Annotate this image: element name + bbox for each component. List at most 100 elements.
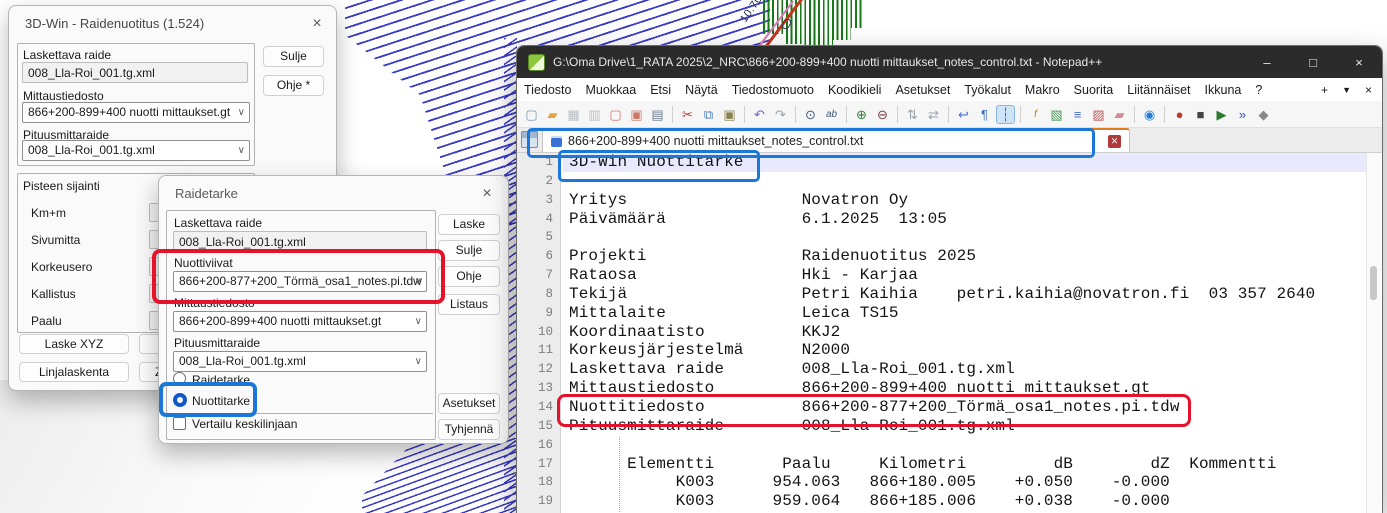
undo-icon[interactable]: ↶ bbox=[750, 105, 769, 124]
monitoring-icon[interactable]: ◉ bbox=[1140, 105, 1159, 124]
close-icon[interactable]: × bbox=[306, 14, 328, 34]
vertailu-checkbox[interactable] bbox=[173, 417, 186, 430]
laske-xyz-button[interactable]: Laske XYZ bbox=[19, 334, 129, 354]
redo-icon[interactable]: ↷ bbox=[771, 105, 790, 124]
sulje-button[interactable]: Sulje bbox=[263, 46, 324, 67]
nuottiviivat-label: Nuottiviivat bbox=[174, 256, 233, 270]
zoom-in-icon[interactable]: ⊕ bbox=[852, 105, 871, 124]
find-icon[interactable]: ⊙ bbox=[801, 105, 820, 124]
vertical-scrollbar[interactable] bbox=[1366, 153, 1381, 513]
pisteen-sijainti-label: Pisteen sijainti bbox=[23, 179, 100, 193]
editor-text-area[interactable]: 3D-Win NuottitarkeYritys Novatron OyPäiv… bbox=[569, 153, 1369, 511]
chevron-down-icon: ∨ bbox=[238, 103, 245, 122]
menu-item-?[interactable]: ? bbox=[1248, 79, 1269, 101]
new-tab-icon[interactable]: + bbox=[1321, 83, 1328, 97]
line-number: 8 bbox=[517, 285, 553, 304]
menu-item-muokkaa[interactable]: Muokkaa bbox=[578, 79, 643, 101]
menu-item-asetukset[interactable]: Asetukset bbox=[888, 79, 957, 101]
sulje-button[interactable]: Sulje bbox=[438, 240, 500, 261]
window-controls: – □ × bbox=[1244, 46, 1382, 78]
indent-guide-icon[interactable]: ┆ bbox=[996, 105, 1015, 124]
sync-vertical-icon[interactable]: ⇅ bbox=[903, 105, 922, 124]
clipboard-history-icon[interactable]: ▰ bbox=[1110, 105, 1129, 124]
line-number: 19 bbox=[517, 492, 553, 511]
listaus-button[interactable]: Listaus bbox=[438, 294, 500, 315]
menu-item-liitnniset[interactable]: Liitännäiset bbox=[1120, 79, 1197, 101]
editor-line: Nuottitiedosto 866+200-877+200_Törmä_osa… bbox=[569, 398, 1369, 417]
notepadpp-titlebar[interactable]: G:\Oma Drive\1_RATA 2025\2_NRC\866+200-8… bbox=[517, 46, 1382, 78]
line-number: 13 bbox=[517, 379, 553, 398]
play-macro-icon[interactable]: ▶ bbox=[1212, 105, 1231, 124]
zoom-out-icon[interactable]: ⊖ bbox=[873, 105, 892, 124]
function-list-icon[interactable]: f bbox=[1026, 105, 1045, 124]
save-macro-icon[interactable]: ◆ bbox=[1254, 105, 1273, 124]
editor-line: K003 954.063 866+180.005 +0.050 -0.000 bbox=[569, 473, 1369, 492]
raidetarke-buttons-bottom: Asetukset Tyhjennä bbox=[438, 393, 500, 440]
ohje-button[interactable]: Ohje * bbox=[263, 75, 324, 96]
close-icon[interactable]: × bbox=[476, 184, 498, 204]
raidetarke-radio[interactable] bbox=[173, 372, 186, 385]
run-macro-multiple-icon[interactable]: » bbox=[1233, 105, 1252, 124]
editor-line: Pituusmittaraide 008_Lla-Roi_001.tg.xml bbox=[569, 417, 1369, 436]
editor-line: Mittalaite Leica TS15 bbox=[569, 304, 1369, 323]
maximize-icon[interactable]: □ bbox=[1290, 46, 1336, 78]
document-map-icon[interactable]: ▧ bbox=[1047, 105, 1066, 124]
menu-item-etsi[interactable]: Etsi bbox=[643, 79, 678, 101]
menu-item-tiedostomuoto[interactable]: Tiedostomuoto bbox=[725, 79, 821, 101]
show-all-chars-icon[interactable]: ¶ bbox=[975, 105, 994, 124]
menu-item-nyt[interactable]: Näytä bbox=[678, 79, 725, 101]
line-number: 18 bbox=[517, 473, 553, 492]
menu-item-suorita[interactable]: Suorita bbox=[1067, 79, 1121, 101]
print-icon[interactable]: ▤ bbox=[648, 105, 667, 124]
paste-icon[interactable]: ▣ bbox=[720, 105, 739, 124]
mittaustiedosto-dropdown[interactable]: 866+200-899+400 nuotti mittaukset.gt ∨ bbox=[173, 311, 427, 332]
ohje-button[interactable]: Ohje bbox=[438, 266, 500, 287]
notepadpp-icon bbox=[528, 54, 545, 71]
open-folder-icon[interactable]: ▰ bbox=[543, 105, 562, 124]
document-list-icon[interactable]: ≡ bbox=[1068, 105, 1087, 124]
nuottiviivat-dropdown[interactable]: 866+200-877+200_Törmä_osa1_notes.pi.tdw … bbox=[173, 271, 427, 292]
replace-icon[interactable]: ab bbox=[822, 105, 841, 124]
menu-item-tiedosto[interactable]: Tiedosto bbox=[517, 79, 578, 101]
menu-item-makro[interactable]: Makro bbox=[1018, 79, 1067, 101]
laskettava-raide-label: Laskettava raide bbox=[23, 48, 111, 62]
line-number: 11 bbox=[517, 341, 553, 360]
tyhjenn-button[interactable]: Tyhjennä bbox=[438, 419, 500, 440]
sync-horizontal-icon[interactable]: ⇄ bbox=[924, 105, 943, 124]
close-doc-icon[interactable]: × bbox=[1365, 83, 1372, 97]
doc-switcher-icon[interactable] bbox=[521, 131, 538, 148]
toolbar-separator bbox=[672, 106, 673, 123]
stop-macro-icon[interactable]: ■ bbox=[1191, 105, 1210, 124]
pituusmittaraide-dropdown[interactable]: 008_Lla-Roi_001.tg.xml ∨ bbox=[173, 351, 427, 372]
word-wrap-icon[interactable]: ↩ bbox=[954, 105, 973, 124]
laske-button[interactable]: Laske bbox=[438, 214, 500, 235]
vertailu-checkbox-label: Vertailu keskilinjaan bbox=[192, 417, 297, 431]
line-number: 4 bbox=[517, 210, 553, 229]
pituusmittaraide-dropdown[interactable]: 008_Lla-Roi_001.tg.xml ∨ bbox=[22, 140, 250, 161]
group-divider bbox=[167, 413, 433, 414]
save-icon[interactable]: ▦ bbox=[564, 105, 583, 124]
mittaustiedosto-dropdown[interactable]: 866+200-899+400 nuotti mittaukset.gt ∨ bbox=[22, 102, 250, 123]
line-number: 10 bbox=[517, 323, 553, 342]
scrollbar-thumb[interactable] bbox=[1370, 266, 1377, 300]
linjalaskenta-button[interactable]: Linjalaskenta bbox=[19, 362, 129, 382]
menu-item-tykalut[interactable]: Työkalut bbox=[957, 79, 1018, 101]
record-macro-icon[interactable]: ● bbox=[1170, 105, 1189, 124]
minimize-icon[interactable]: – bbox=[1244, 46, 1290, 78]
close-file-icon[interactable]: ▢ bbox=[606, 105, 625, 124]
nuottitarke-radio[interactable] bbox=[173, 393, 187, 407]
tab-close-icon[interactable]: ✕ bbox=[1108, 135, 1121, 148]
new-file-icon[interactable]: ▢ bbox=[522, 105, 541, 124]
menu-item-ikkuna[interactable]: Ikkuna bbox=[1198, 79, 1249, 101]
asetukset-button[interactable]: Asetukset bbox=[438, 393, 500, 414]
close-all-icon[interactable]: ▣ bbox=[627, 105, 646, 124]
save-all-icon[interactable]: ▥ bbox=[585, 105, 604, 124]
toolbar-separator bbox=[897, 106, 898, 123]
cut-icon[interactable]: ✂ bbox=[678, 105, 697, 124]
character-panel-icon[interactable]: ▨ bbox=[1089, 105, 1108, 124]
copy-icon[interactable]: ⧉ bbox=[699, 105, 718, 124]
tab-notes-control[interactable]: 866+200-899+400 nuotti mittaukset_notes_… bbox=[542, 128, 1130, 152]
tab-list-icon[interactable]: ▼ bbox=[1342, 85, 1351, 95]
close-icon[interactable]: × bbox=[1336, 46, 1382, 78]
menu-item-koodikieli[interactable]: Koodikieli bbox=[821, 79, 889, 101]
